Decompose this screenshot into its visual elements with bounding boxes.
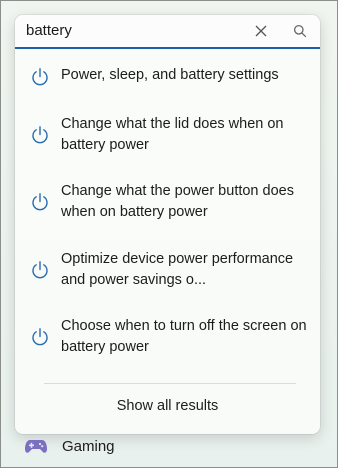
result-label: Change what the lid does when on battery… [61, 116, 284, 153]
result-label: Optimize device power performance and po… [61, 251, 294, 288]
result-turn-off-screen-battery[interactable]: Choose when to turn off the screen on ba… [15, 314, 320, 376]
search-suggestions-dropdown: battery Power, sleep, and battery settin… [15, 15, 320, 434]
search-input[interactable]: battery [26, 22, 72, 39]
nav-item-gaming[interactable]: Gaming [24, 434, 164, 460]
nav-item-label: Gaming [62, 438, 115, 455]
result-power-button-battery-power[interactable]: Change what the power button does when o… [15, 179, 320, 241]
result-label: Choose when to turn off the screen on ba… [61, 318, 307, 355]
power-icon [32, 261, 48, 279]
result-optimize-device-power[interactable]: Optimize device power performance and po… [15, 247, 320, 309]
gamepad-icon [25, 440, 47, 453]
power-icon [32, 328, 48, 346]
result-label: Power, sleep, and battery settings [61, 67, 279, 83]
power-icon [32, 68, 48, 86]
show-all-results-link[interactable]: Show all results [15, 398, 320, 414]
divider [44, 383, 296, 384]
search-icon[interactable] [291, 22, 309, 40]
close-icon[interactable] [252, 22, 270, 40]
power-icon [32, 126, 48, 144]
result-power-sleep-battery-settings[interactable]: Power, sleep, and battery settings [15, 61, 320, 95]
result-lid-battery-power[interactable]: Change what the lid does when on battery… [15, 112, 320, 174]
power-icon [32, 193, 48, 211]
result-label: Change what the power button does when o… [61, 183, 294, 220]
search-box[interactable]: battery [15, 15, 320, 49]
